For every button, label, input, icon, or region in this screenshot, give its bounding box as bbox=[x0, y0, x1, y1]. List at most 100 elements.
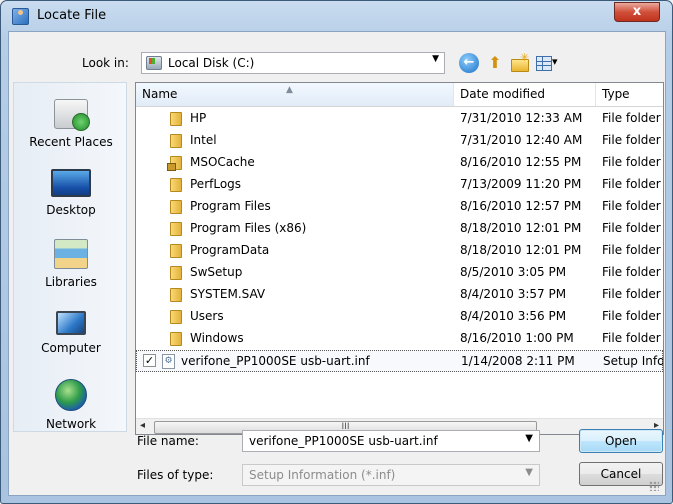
file-type: File folder bbox=[602, 309, 661, 323]
place-label: Desktop bbox=[46, 203, 96, 217]
file-type: File folder bbox=[602, 331, 661, 345]
file-name: ProgramData bbox=[190, 243, 270, 257]
place-label: Computer bbox=[41, 341, 101, 355]
file-type: File folder bbox=[602, 221, 661, 235]
file-date: 8/4/2010 3:56 PM bbox=[460, 309, 567, 323]
folder-icon bbox=[170, 288, 182, 302]
file-type: File folder bbox=[602, 177, 661, 191]
file-list[interactable]: Name ▲ Date modified Type HP 7/31/2010 1… bbox=[135, 82, 664, 435]
file-type: File folder bbox=[602, 133, 661, 147]
look-in-dropdown[interactable]: Local Disk (C:) ▼ bbox=[141, 52, 445, 74]
file-row[interactable]: PerfLogs 7/13/2009 11:20 PM File folder bbox=[136, 174, 663, 196]
chevron-down-icon[interactable]: ▼ bbox=[525, 433, 533, 444]
drive-icon bbox=[146, 56, 162, 70]
file-name: SwSetup bbox=[190, 265, 243, 279]
new-folder-icon[interactable] bbox=[509, 51, 529, 73]
file-type-dropdown[interactable]: Setup Information (*.inf) ▼ bbox=[242, 464, 540, 486]
file-name: Windows bbox=[190, 331, 244, 345]
folder-icon bbox=[170, 332, 182, 346]
place-network[interactable]: Network bbox=[14, 379, 128, 431]
file-type: File folder bbox=[602, 265, 661, 279]
folder-icon bbox=[170, 134, 182, 148]
look-in-value: Local Disk (C:) bbox=[168, 56, 255, 70]
file-row[interactable]: Users 8/4/2010 3:56 PM File folder bbox=[136, 306, 663, 328]
place-recent-places[interactable]: Recent Places bbox=[14, 99, 128, 149]
column-header-type[interactable]: Type bbox=[596, 83, 663, 106]
place-libraries[interactable]: Libraries bbox=[14, 239, 128, 289]
file-date: 8/18/2010 12:01 PM bbox=[460, 221, 582, 235]
file-date: 8/18/2010 12:01 PM bbox=[460, 243, 582, 257]
network-icon bbox=[55, 379, 87, 411]
file-name: Intel bbox=[190, 133, 217, 147]
place-label: Recent Places bbox=[29, 135, 113, 149]
file-name: Program Files (x86) bbox=[190, 221, 307, 235]
file-date: 1/14/2008 2:11 PM bbox=[461, 354, 575, 368]
file-row[interactable]: HP 7/31/2010 12:33 AM File folder bbox=[136, 108, 663, 130]
file-name-input[interactable]: verifone_PP1000SE usb-uart.inf ▼ bbox=[242, 430, 540, 452]
folder-icon bbox=[170, 200, 182, 214]
place-label: Network bbox=[45, 417, 97, 431]
file-row[interactable]: MSOCache 8/16/2010 12:55 PM File folder bbox=[136, 152, 663, 174]
scroll-left-icon[interactable]: ◂ bbox=[140, 420, 145, 431]
folder-icon bbox=[170, 178, 182, 192]
window-title: Locate File bbox=[37, 8, 107, 23]
column-header-name[interactable]: Name ▲ bbox=[136, 83, 454, 106]
locate-file-dialog: Locate File x Look in: Local Disk (C:) ▼… bbox=[0, 0, 673, 504]
file-name: PerfLogs bbox=[190, 177, 242, 191]
column-header-name-label: Name bbox=[142, 87, 178, 101]
place-computer[interactable]: Computer bbox=[14, 311, 128, 355]
sort-ascending-icon: ▲ bbox=[286, 85, 293, 95]
file-row[interactable]: Program Files (x86) 8/18/2010 12:01 PM F… bbox=[136, 218, 663, 240]
file-row[interactable]: Intel 7/31/2010 12:40 AM File folder bbox=[136, 130, 663, 152]
file-date: 7/31/2010 12:33 AM bbox=[460, 111, 583, 125]
chevron-down-icon[interactable]: ▼ bbox=[525, 467, 533, 478]
file-date: 8/16/2010 12:57 PM bbox=[460, 199, 582, 213]
file-row[interactable]: SwSetup 8/5/2010 3:05 PM File folder bbox=[136, 262, 663, 284]
look-in-label: Look in: bbox=[82, 56, 129, 70]
file-row-selected[interactable]: ✓ ⚙ verifone_PP1000SE usb-uart.inf 1/14/… bbox=[136, 350, 663, 372]
file-date: 7/13/2009 11:20 PM bbox=[460, 177, 582, 191]
computer-icon bbox=[56, 311, 86, 335]
file-date: 7/31/2010 12:40 AM bbox=[460, 133, 583, 147]
file-row[interactable]: Program Files 8/16/2010 12:57 PM File fo… bbox=[136, 196, 663, 218]
place-desktop[interactable]: Desktop bbox=[14, 169, 128, 217]
place-label: Libraries bbox=[45, 275, 97, 289]
resize-grip[interactable] bbox=[649, 481, 659, 491]
libraries-icon bbox=[54, 239, 88, 269]
folder-icon bbox=[170, 112, 182, 126]
file-name: MSOCache bbox=[190, 155, 255, 169]
app-icon bbox=[12, 8, 29, 25]
file-row[interactable]: Windows 8/16/2010 1:00 PM File folder bbox=[136, 328, 663, 350]
file-row[interactable]: ProgramData 8/18/2010 12:01 PM File fold… bbox=[136, 240, 663, 262]
file-name: HP bbox=[190, 111, 207, 125]
file-name: Program Files bbox=[190, 199, 271, 213]
file-type: File folder bbox=[602, 287, 661, 301]
back-icon[interactable]: ← bbox=[459, 53, 479, 73]
file-name: verifone_PP1000SE usb-uart.inf bbox=[181, 354, 370, 368]
file-name: Users bbox=[190, 309, 224, 323]
close-button[interactable]: x bbox=[614, 2, 660, 22]
file-type-value: Setup Information (*.inf) bbox=[249, 468, 396, 482]
folder-icon bbox=[170, 222, 182, 236]
row-checkbox[interactable]: ✓ bbox=[143, 354, 156, 367]
file-type: File folder bbox=[602, 155, 661, 169]
title-bar[interactable]: Locate File x bbox=[1, 1, 672, 31]
file-date: 8/16/2010 12:55 PM bbox=[460, 155, 582, 169]
file-name-value: verifone_PP1000SE usb-uart.inf bbox=[249, 434, 438, 448]
file-type: File folder bbox=[602, 243, 661, 257]
locked-folder-icon bbox=[167, 156, 182, 171]
folder-icon bbox=[170, 310, 182, 324]
setup-file-icon: ⚙ bbox=[162, 354, 175, 369]
column-header-row: Name ▲ Date modified Type bbox=[136, 83, 663, 107]
views-menu-icon[interactable] bbox=[535, 53, 563, 73]
file-type: File folder bbox=[602, 111, 661, 125]
folder-icon bbox=[170, 266, 182, 280]
file-row[interactable]: SYSTEM.SAV 8/4/2010 3:57 PM File folder bbox=[136, 284, 663, 306]
column-header-date[interactable]: Date modified bbox=[454, 83, 596, 106]
file-type-label: Files of type: bbox=[137, 468, 214, 482]
desktop-icon bbox=[51, 169, 91, 197]
chevron-down-icon[interactable]: ▼ bbox=[432, 54, 439, 64]
open-button[interactable]: Open bbox=[579, 429, 663, 453]
places-bar: Recent Places Desktop Libraries Computer… bbox=[13, 82, 127, 432]
up-folder-icon[interactable]: ⬆ bbox=[485, 53, 505, 73]
